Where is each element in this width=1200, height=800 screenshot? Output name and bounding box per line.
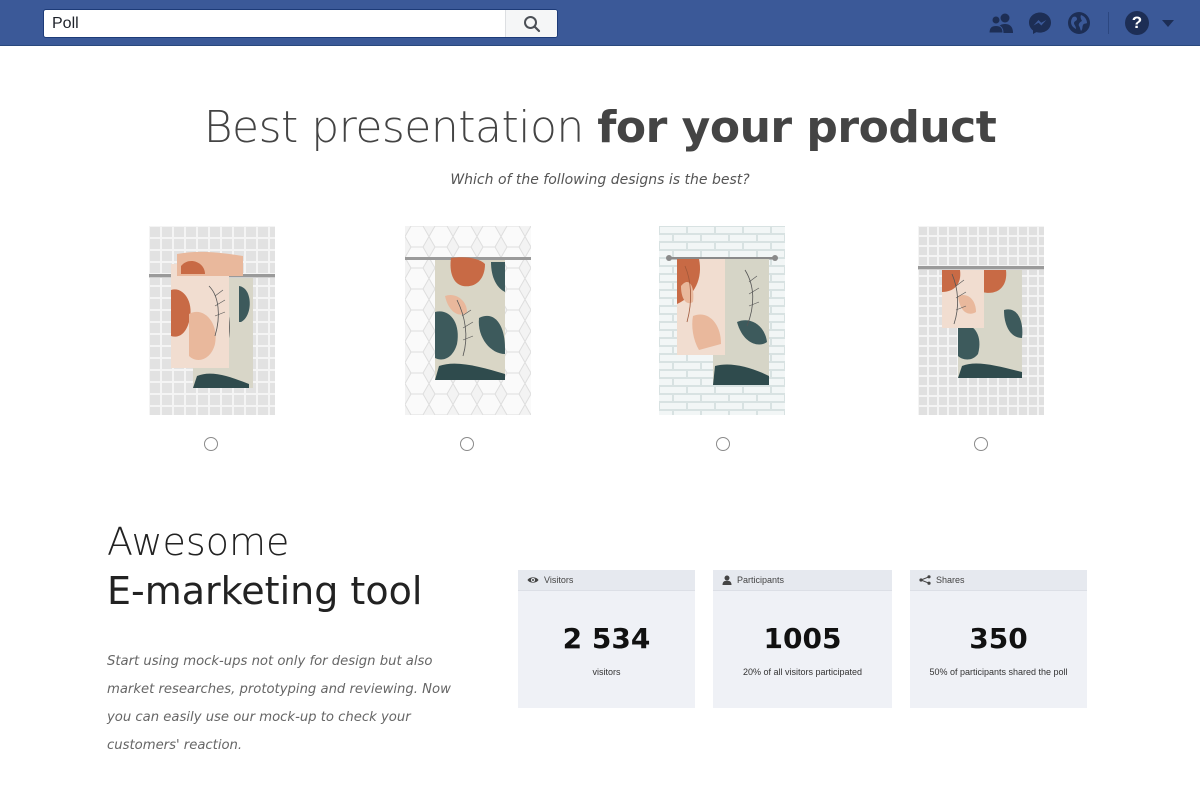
friend-requests-button[interactable] xyxy=(986,8,1016,38)
notifications-button[interactable] xyxy=(1064,8,1094,38)
nav-separator xyxy=(1108,12,1109,34)
search-button[interactable] xyxy=(505,10,557,37)
poll-question: Which of the following designs is the be… xyxy=(450,172,750,188)
title-light-part: Best presentation xyxy=(203,102,585,153)
participants-card-header: Participants xyxy=(713,570,892,591)
search-box xyxy=(43,9,558,38)
friends-icon xyxy=(988,13,1013,34)
design-option-2-image[interactable] xyxy=(405,226,531,415)
globe-icon xyxy=(1068,12,1090,34)
visitors-card-header: Visitors xyxy=(518,570,695,591)
help-icon: ? xyxy=(1125,11,1149,35)
page-title: Best presentation for your product xyxy=(0,102,1200,153)
design-option-4-radio[interactable] xyxy=(974,437,988,451)
help-button[interactable]: ? xyxy=(1122,8,1152,38)
shares-label: Shares xyxy=(936,575,965,585)
search-input[interactable] xyxy=(44,10,506,37)
dropdown-arrow-icon xyxy=(1162,20,1174,27)
design-option-2-radio[interactable] xyxy=(460,437,474,451)
visitors-label: Visitors xyxy=(544,575,574,585)
eye-icon xyxy=(527,577,539,583)
design-option-4-image[interactable] xyxy=(918,226,1044,415)
marketing-title-line1: Awesome xyxy=(107,520,290,564)
marketing-title-line2: E-marketing tool xyxy=(107,569,423,613)
marketing-description: Start using mock-ups not only for design… xyxy=(107,654,451,753)
design-option-3-image[interactable] xyxy=(659,226,785,415)
nav-icons: ? xyxy=(977,8,1178,38)
messages-button[interactable] xyxy=(1025,8,1055,38)
messenger-icon xyxy=(1029,12,1051,34)
participants-note: 20% of all visitors participated xyxy=(742,667,863,677)
search-icon xyxy=(523,15,540,32)
top-navigation-bar: ? xyxy=(0,0,1200,46)
participants-value: 1005 xyxy=(763,622,842,655)
title-bold-part: for your product xyxy=(597,102,997,153)
visitors-card: Visitors 2 534 visitors xyxy=(518,570,695,708)
shares-value: 350 xyxy=(969,622,1028,655)
participants-card: Participants 1005 20% of all visitors pa… xyxy=(713,570,892,708)
account-menu-button[interactable] xyxy=(1158,8,1178,38)
shares-card-header: Shares xyxy=(910,570,1087,591)
participants-label: Participants xyxy=(737,575,785,585)
visitors-value: 2 534 xyxy=(562,622,651,655)
design-option-1-image[interactable] xyxy=(149,226,275,415)
design-option-1-radio[interactable] xyxy=(204,437,218,451)
share-icon xyxy=(919,575,931,585)
visitors-note: visitors xyxy=(592,667,621,677)
design-option-3-radio[interactable] xyxy=(716,437,730,451)
user-icon xyxy=(722,575,732,585)
shares-note: 50% of participants shared the poll xyxy=(929,667,1068,677)
shares-card: Shares 350 50% of participants shared th… xyxy=(910,570,1087,708)
